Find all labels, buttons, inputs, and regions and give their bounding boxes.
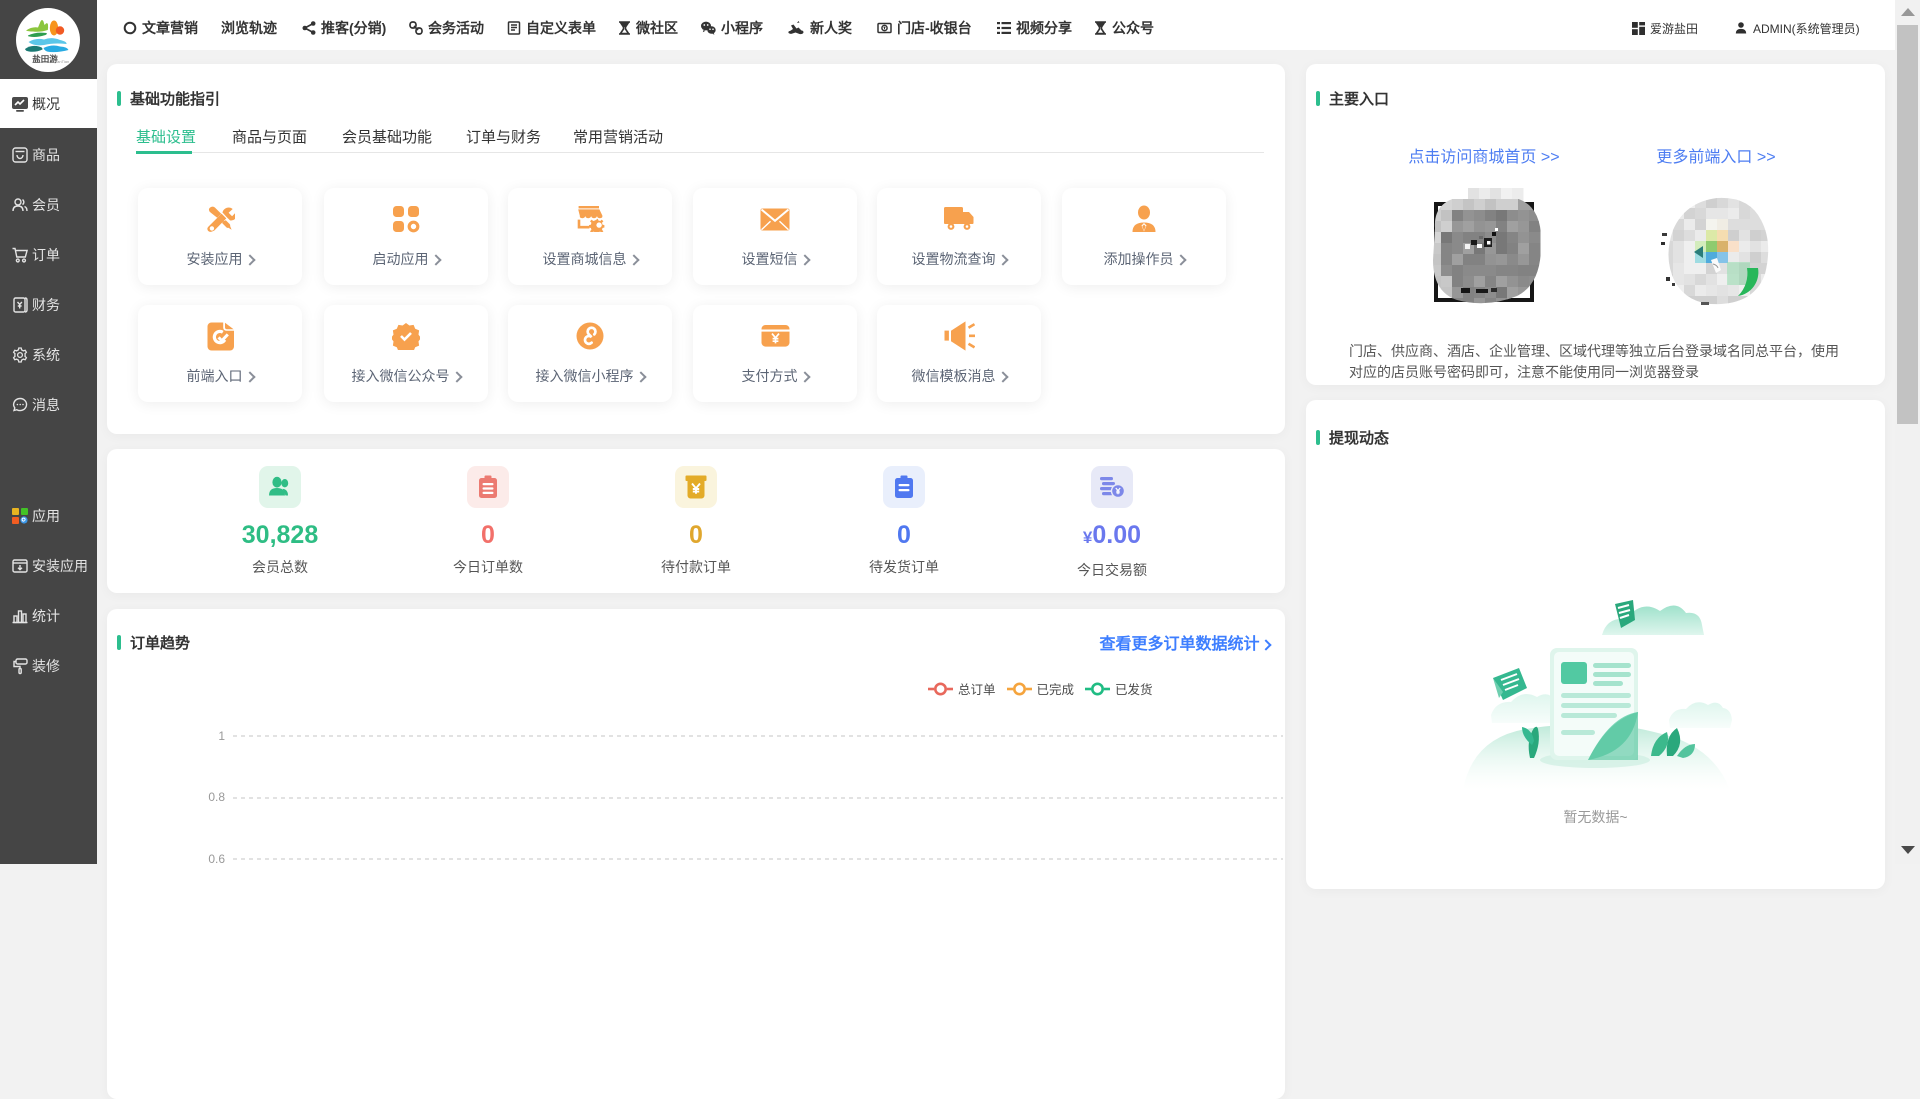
svg-text:YanTian: YanTian bbox=[55, 59, 69, 64]
